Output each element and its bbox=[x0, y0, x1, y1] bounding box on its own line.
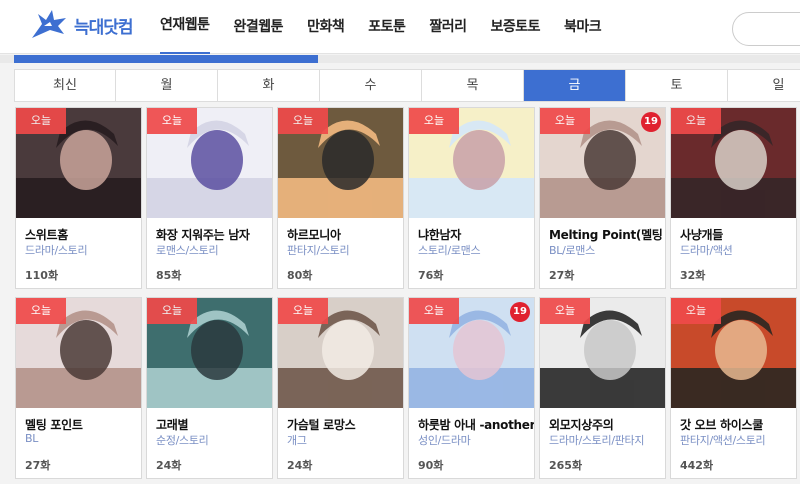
comic-card[interactable]: 오늘갓 오브 하이스쿨 판타지/액션/스토리 442화 bbox=[670, 297, 797, 479]
day-tab[interactable]: 금 bbox=[524, 70, 626, 101]
comic-card[interactable]: 오늘화장 지워주는 남자 로맨스/스토리 85화 bbox=[146, 107, 273, 289]
adult-19-badge: 19 bbox=[510, 302, 530, 322]
comic-title[interactable]: 스위트홈 bbox=[25, 226, 141, 243]
comic-genre: 드라마/스토리/판타지 bbox=[549, 434, 645, 447]
comic-title[interactable]: 하르모니아 bbox=[287, 226, 403, 243]
site-logo[interactable]: 늑대닷컴 bbox=[30, 8, 134, 42]
main-nav: 연재웹툰 완결웹툰 만화책 포토툰 짤러리 보증토토 북마크 bbox=[160, 0, 625, 54]
progress-fill bbox=[14, 55, 318, 63]
nav-item[interactable]: 보증토토 bbox=[490, 0, 540, 54]
nav-item[interactable]: 북마크 bbox=[564, 0, 602, 54]
comic-card[interactable]: 오늘하르모니아 판타지/스토리 80화 bbox=[277, 107, 404, 289]
comic-genre: 드라마/스토리 bbox=[25, 244, 88, 257]
day-tab[interactable]: 화 bbox=[218, 70, 320, 101]
nav-item[interactable]: 짤러리 bbox=[429, 0, 467, 54]
today-badge: 오늘 bbox=[540, 108, 590, 134]
today-badge: 오늘 bbox=[16, 108, 66, 134]
day-tab[interactable]: 일 bbox=[728, 70, 800, 101]
comic-card[interactable]: 오늘멜팅 포인트 BL 27화 bbox=[15, 297, 142, 479]
comic-genre: 성인/드라마 bbox=[418, 434, 471, 447]
day-tab[interactable]: 목 bbox=[422, 70, 524, 101]
today-badge: 오늘 bbox=[671, 298, 721, 324]
comic-card[interactable]: 오늘고래별 순정/스토리 24화 bbox=[146, 297, 273, 479]
comic-card[interactable]: 오늘냐한남자 스토리/로맨스 76화 bbox=[408, 107, 535, 289]
comic-genre: 판타지/스토리 bbox=[287, 244, 350, 257]
comic-card[interactable]: 오늘스위트홈 드라마/스토리 110화 bbox=[15, 107, 142, 289]
day-tab[interactable]: 월 bbox=[116, 70, 218, 101]
comic-genre: 드라마/액션 bbox=[680, 244, 733, 257]
comic-title[interactable]: 고래별 bbox=[156, 416, 272, 433]
comic-episode-count: 442화 bbox=[680, 459, 714, 472]
comic-genre: 순정/스토리 bbox=[156, 434, 209, 447]
comic-genre: 판타지/액션/스토리 bbox=[680, 434, 766, 447]
adult-19-badge: 19 bbox=[641, 112, 661, 132]
comic-genre: 개그 bbox=[287, 434, 307, 447]
comic-card[interactable]: 오늘가슴털 로망스 개그 24화 bbox=[277, 297, 404, 479]
comic-episode-count: 76화 bbox=[418, 269, 444, 282]
today-badge: 오늘 bbox=[540, 298, 590, 324]
nav-item[interactable]: 만화책 bbox=[307, 0, 345, 54]
today-badge: 오늘 bbox=[278, 298, 328, 324]
comic-title[interactable]: 사냥개들 bbox=[680, 226, 796, 243]
comic-episode-count: 24화 bbox=[287, 459, 313, 472]
day-tab[interactable]: 토 bbox=[626, 70, 728, 101]
logo-text: 늑대닷컴 bbox=[74, 17, 134, 38]
day-tab[interactable]: 수 bbox=[320, 70, 422, 101]
today-badge: 오늘 bbox=[147, 108, 197, 134]
comic-title[interactable]: Melting Point(멜팅 포 bbox=[549, 226, 665, 243]
comic-title[interactable]: 갓 오브 하이스쿨 bbox=[680, 416, 796, 433]
comic-card[interactable]: 오늘 19 하룻밤 아내 -another 성인/드라마 90화 bbox=[408, 297, 535, 479]
comic-genre: 스토리/로맨스 bbox=[418, 244, 481, 257]
nav-item[interactable]: 완결웹툰 bbox=[234, 0, 284, 54]
search-input[interactable] bbox=[732, 12, 800, 46]
comic-card[interactable]: 오늘 19 Melting Point(멜팅 포 BL/로맨스 27화 bbox=[539, 107, 666, 289]
comic-title[interactable]: 가슴털 로망스 bbox=[287, 416, 403, 433]
comic-title[interactable]: 냐한남자 bbox=[418, 226, 534, 243]
comic-title[interactable]: 멜팅 포인트 bbox=[25, 416, 141, 433]
nav-item[interactable]: 포토툰 bbox=[368, 0, 406, 54]
day-tab[interactable]: 최신 bbox=[15, 70, 116, 101]
today-badge: 오늘 bbox=[147, 298, 197, 324]
today-badge: 오늘 bbox=[409, 108, 459, 134]
today-badge: 오늘 bbox=[278, 108, 328, 134]
comic-episode-count: 90화 bbox=[418, 459, 444, 472]
today-badge: 오늘 bbox=[16, 298, 66, 324]
comic-title[interactable]: 화장 지워주는 남자 bbox=[156, 226, 272, 243]
comic-genre: 로맨스/스토리 bbox=[156, 244, 219, 257]
nav-item[interactable]: 연재웹툰 bbox=[160, 0, 210, 54]
comic-genre: BL bbox=[25, 432, 39, 445]
site-header: 늑대닷컴 연재웹툰 완결웹툰 만화책 포토툰 짤러리 보증토토 북마크 bbox=[0, 0, 800, 54]
comic-card[interactable]: 오늘외모지상주의 드라마/스토리/판타지 265화 bbox=[539, 297, 666, 479]
today-badge: 오늘 bbox=[409, 298, 459, 324]
comic-episode-count: 27화 bbox=[549, 269, 575, 282]
comic-episode-count: 110화 bbox=[25, 269, 59, 282]
comic-card[interactable]: 오늘사냥개들 드라마/액션 32화 bbox=[670, 107, 797, 289]
comic-episode-count: 265화 bbox=[549, 459, 583, 472]
comic-episode-count: 27화 bbox=[25, 459, 51, 472]
today-badge: 오늘 bbox=[671, 108, 721, 134]
comic-title[interactable]: 외모지상주의 bbox=[549, 416, 665, 433]
comic-episode-count: 80화 bbox=[287, 269, 313, 282]
comic-episode-count: 85화 bbox=[156, 269, 182, 282]
comic-episode-count: 32화 bbox=[680, 269, 706, 282]
wolf-logo-icon bbox=[32, 10, 66, 38]
comic-genre: BL/로맨스 bbox=[549, 244, 595, 257]
comic-title[interactable]: 하룻밤 아내 -another bbox=[418, 416, 534, 433]
day-tabs: 최신 월 화 수 목 금 토 일 bbox=[14, 69, 800, 102]
banner-progress-bar bbox=[0, 55, 800, 63]
comic-episode-count: 24화 bbox=[156, 459, 182, 472]
